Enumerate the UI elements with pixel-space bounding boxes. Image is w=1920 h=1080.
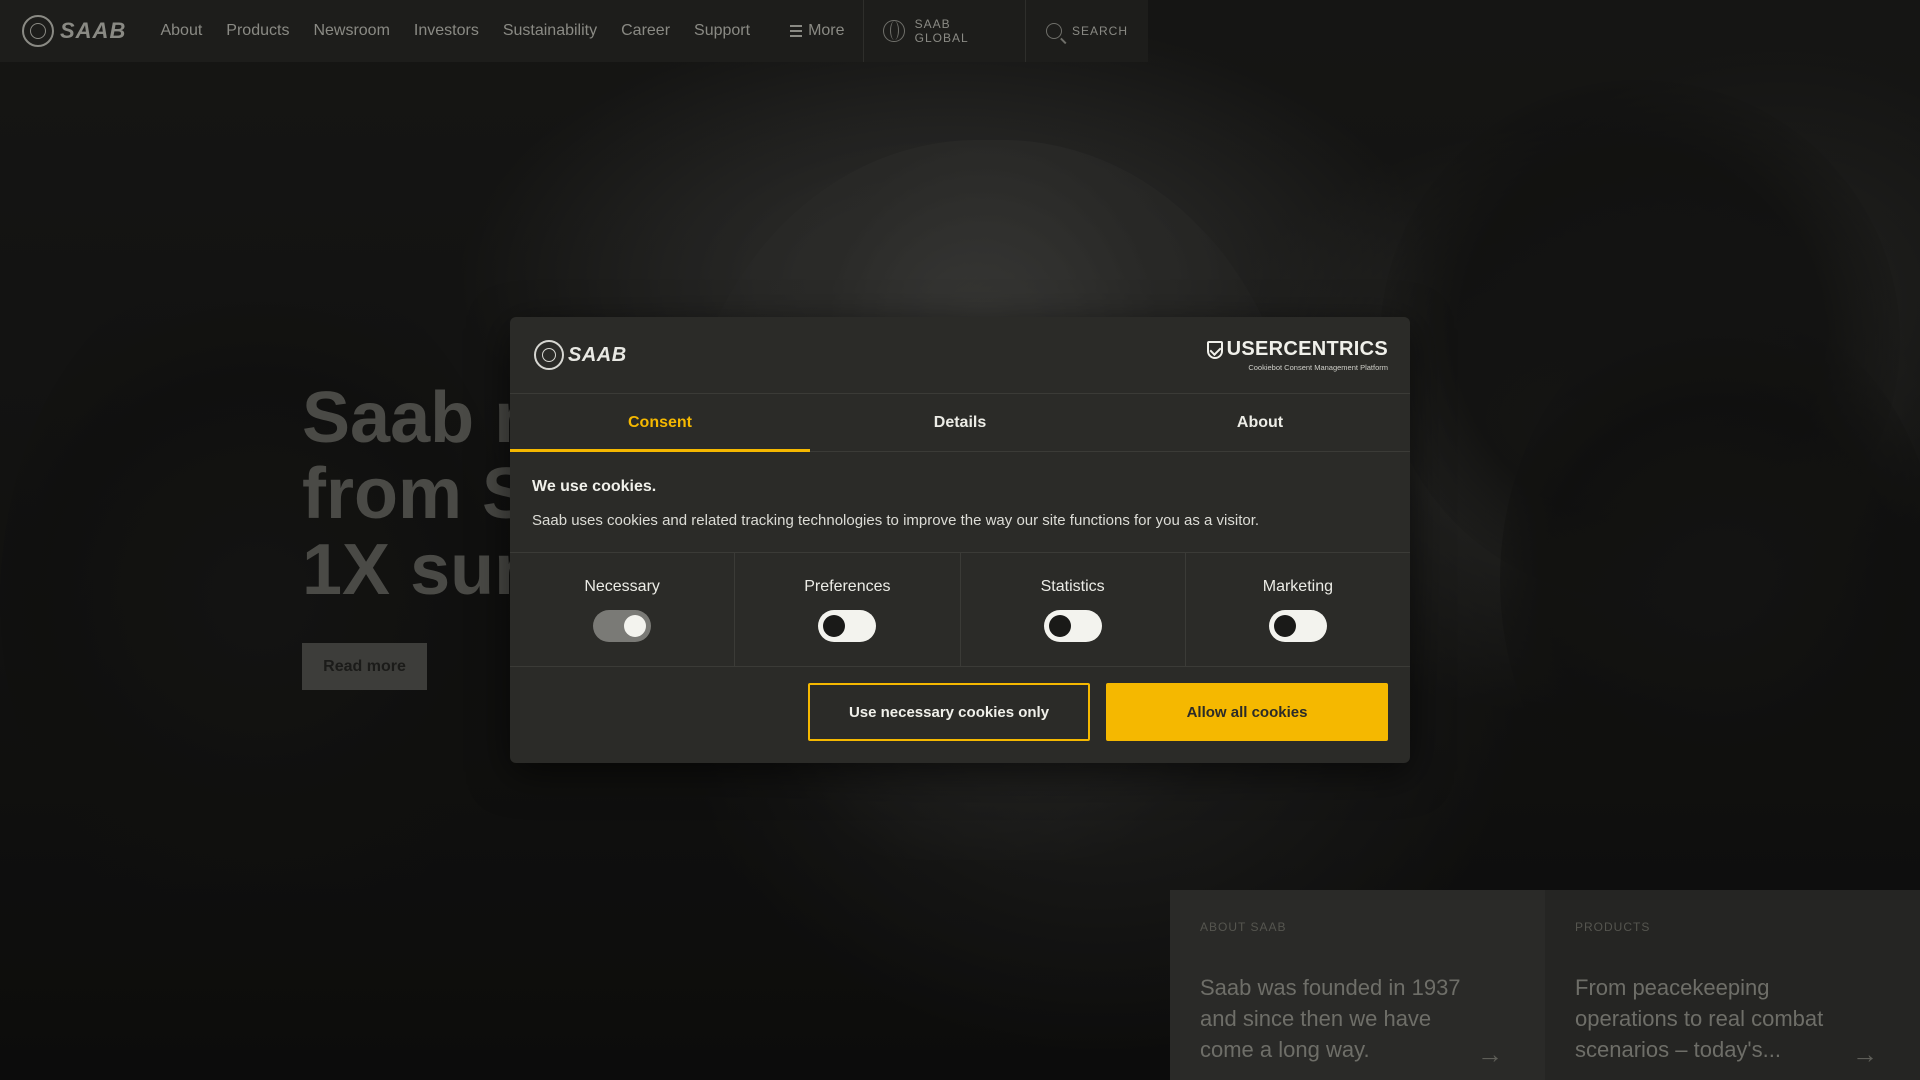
saab-seal-icon [534,340,564,370]
dialog-actions: Use necessary cookies only Allow all coo… [510,667,1410,757]
category-statistics: Statistics [961,553,1186,666]
consent-body: We use cookies. Saab uses cookies and re… [510,452,1410,553]
usercentrics-logo[interactable]: USERCENTRICS Cookiebot Consent Managemen… [1206,338,1388,372]
nav-link-newsroom[interactable]: Newsroom [313,22,389,40]
statistics-toggle[interactable] [1043,609,1102,642]
products-card[interactable]: PRODUCTS From peacekeeping operations to… [1545,890,1920,1080]
marketing-toggle[interactable] [1268,609,1327,642]
cookie-category-toggles: Necessary Preferences Statistics Marketi… [510,553,1410,667]
nav-link-support[interactable]: Support [694,22,750,40]
category-label: Necessary [584,577,660,595]
nav-link-investors[interactable]: Investors [414,22,479,40]
globe-icon [883,20,905,42]
dialog-brand-wordmark: SAAB [568,343,627,366]
necessary-toggle [593,609,652,642]
nav-link-career[interactable]: Career [621,22,670,40]
provider-tagline: Cookiebot Consent Management Platform [1248,363,1388,372]
dialog-tabs: Consent Details About [510,394,1410,452]
tab-details[interactable]: Details [810,394,1110,451]
dialog-saab-logo: SAAB [534,340,627,370]
nav-link-products[interactable]: Products [226,22,289,40]
arrow-right-icon: → [1477,1039,1503,1069]
nav-link-sustainability[interactable]: Sustainability [503,22,597,40]
nav-more-label: More [808,22,845,39]
consent-heading: We use cookies. [532,478,657,495]
use-necessary-only-button[interactable]: Use necessary cookies only [808,683,1090,741]
tab-about[interactable]: About [1110,394,1410,451]
hero-title-line: Saab r [302,380,522,458]
consent-description: Saab uses cookies and related tracking t… [532,512,1260,529]
card-text: From peacekeeping operations to real com… [1575,975,1824,1062]
nav-link-about[interactable]: About [160,22,202,40]
saab-seal-icon [22,15,54,47]
saab-global-button[interactable]: SAAB GLOBAL [863,0,1025,62]
category-label: Statistics [1040,577,1105,595]
category-label: Preferences [804,577,891,595]
arrow-right-icon: → [1852,1039,1878,1069]
hero-title-line: 1X sur [302,530,522,608]
card-text: Saab was founded in 1937 and since then … [1200,975,1461,1062]
brand-wordmark: SAAB [60,18,127,43]
preferences-toggle[interactable] [818,609,877,642]
search-icon [1046,23,1062,39]
hero-title-line: from S [302,454,522,534]
allow-all-cookies-button[interactable]: Allow all cookies [1106,683,1388,741]
category-necessary: Necessary [510,553,736,666]
shield-check-icon [1206,340,1223,359]
hamburger-icon [790,25,803,37]
category-marketing: Marketing [1186,553,1410,666]
category-label: Marketing [1262,577,1333,595]
top-navigation: SAAB About Products Newsroom Investors S… [0,0,1148,62]
card-label: ABOUT SAAB [1200,920,1287,934]
saab-global-label: SAAB GLOBAL [914,17,969,45]
search-label: SEARCH [1072,24,1129,38]
dialog-header: SAAB USERCENTRICS Cookiebot Consent Mana… [510,317,1410,394]
nav-links: About Products Newsroom Investors Sustai… [160,22,750,40]
category-preferences: Preferences [735,553,961,666]
provider-name: USERCENTRICS [1226,338,1388,360]
cookie-consent-dialog: SAAB USERCENTRICS Cookiebot Consent Mana… [510,317,1410,763]
nav-more-button[interactable]: More [790,22,845,40]
search-button[interactable]: SEARCH [1026,0,1148,62]
about-saab-card[interactable]: ABOUT SAAB Saab was founded in 1937 and … [1170,890,1545,1080]
read-more-button[interactable]: Read more [302,643,427,690]
tab-consent[interactable]: Consent [510,394,810,452]
saab-logo[interactable]: SAAB [0,15,160,47]
hero-title: Saab r from S 1X sur [302,380,522,608]
card-label: PRODUCTS [1575,920,1651,934]
